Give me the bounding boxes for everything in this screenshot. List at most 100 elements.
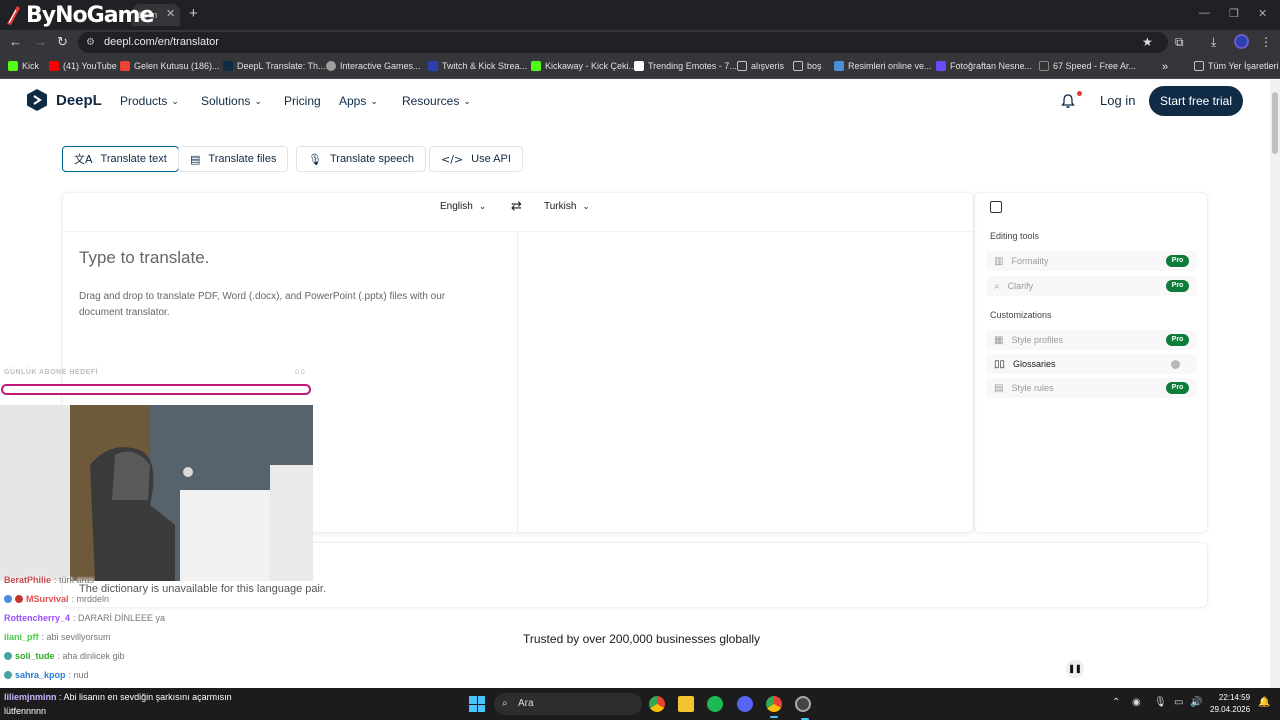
bookmark-item[interactable]: 67 Speed - Free Ar...	[1039, 61, 1136, 71]
chrome-icon[interactable]	[649, 696, 665, 712]
chevron-down-icon: ⌄	[254, 95, 262, 106]
scrollbar-thumb[interactable]	[1272, 92, 1278, 154]
pro-badge: Pro	[1166, 382, 1189, 394]
bookmark-folder[interactable]: alışveris	[737, 61, 784, 71]
nav-label: Apps	[339, 94, 367, 108]
chat-username: ilani_pff	[4, 632, 39, 642]
discord-icon[interactable]	[737, 696, 753, 712]
deepl-logo[interactable]: DeepL	[26, 88, 102, 112]
taskbar-search[interactable]: ⌕ Ara	[494, 693, 642, 715]
mode-label: Translate speech	[329, 153, 414, 165]
source-text-input[interactable]: Type to translate.	[79, 248, 209, 268]
badge-icon	[4, 595, 12, 603]
close-tab-icon[interactable]: ✕	[166, 7, 175, 20]
image-tool-icon	[834, 61, 844, 71]
bookmark-item[interactable]: Interactive Games...	[326, 61, 421, 71]
swap-languages-icon[interactable]: ⇄	[511, 199, 522, 214]
windows-start-icon[interactable]	[469, 696, 485, 712]
nav-solutions[interactable]: Solutions ⌄	[201, 94, 262, 108]
notification-dot	[1077, 91, 1082, 96]
bookmark-item[interactable]: Twitch & Kick Strea...	[428, 61, 527, 71]
back-icon[interactable]: ←	[9, 34, 22, 49]
chat-text: : DARARİ DİNLEEE ya	[73, 613, 166, 623]
folder-icon	[793, 61, 803, 71]
badge-icon	[15, 595, 23, 603]
download-icon[interactable]: ⤓	[1211, 35, 1216, 50]
nav-products[interactable]: Products ⌄	[120, 94, 179, 108]
maximize-icon[interactable]: ❐	[1229, 7, 1239, 20]
chat-text: : nud	[68, 670, 89, 680]
bookmark-label: alışveris	[751, 61, 785, 71]
taskbar-clock[interactable]: 22:14:59 29.04.2026	[1210, 692, 1250, 716]
minimize-icon[interactable]: —	[1199, 7, 1210, 19]
chrome-active-icon[interactable]	[766, 696, 782, 718]
tab-translate-files[interactable]: ▤ Translate files	[178, 146, 289, 172]
extensions-icon[interactable]: ⧉	[1175, 35, 1184, 50]
book-icon: ▯▯	[994, 358, 1006, 370]
menu-icon[interactable]: ⋮	[1260, 35, 1272, 49]
bookmark-item[interactable]: Gelen Kutusu (186)...	[120, 61, 220, 71]
tool-style-rules[interactable]: ▤ Style rules Pro	[986, 378, 1197, 398]
chat-username: sahra_kpop	[15, 670, 66, 680]
bookmark-item[interactable]: Kick	[8, 61, 39, 71]
notifications-icon[interactable]: 🔔	[1258, 697, 1270, 708]
page-scrollbar[interactable]	[1270, 80, 1280, 688]
tool-style-profiles[interactable]: ▦ Style profiles Pro	[986, 330, 1197, 350]
forward-icon[interactable]: →	[34, 34, 47, 49]
bookmark-item[interactable]: Resimleri online ve...	[834, 61, 932, 71]
source-language-select[interactable]: English ⌄	[440, 201, 486, 212]
tab-translate-speech[interactable]: 🎙 Translate speech	[296, 146, 426, 172]
target-language-select[interactable]: Turkish ⌄	[544, 201, 590, 212]
bookmark-item[interactable]: (41) YouTube	[49, 61, 117, 71]
bookmark-item[interactable]: Kickaway - Kick Çeki...	[531, 61, 636, 71]
volume-icon[interactable]: 🔊	[1190, 697, 1202, 708]
browser-tab-bar: d's m ✕ + — ❐ ✕ ByNoGame	[0, 0, 1280, 30]
microphone-icon[interactable]: 🎙	[1154, 697, 1167, 708]
tool-glossaries[interactable]: ▯▯ Glossaries	[986, 354, 1197, 374]
chat-username: BeratPhilie	[4, 575, 52, 585]
bookmark-item[interactable]: Fotoğraftan Nesne...	[936, 61, 1032, 71]
reload-icon[interactable]: ↻	[57, 34, 68, 50]
bookmark-item[interactable]: Trending Emotes - 7...	[634, 61, 737, 71]
clarify-icon: ⌕	[994, 280, 1000, 292]
tab-use-api[interactable]: </> Use API	[429, 146, 523, 172]
subscriber-goal-count: 0 0	[295, 369, 305, 376]
tool-clarify[interactable]: ⌕ Clarify Pro	[986, 276, 1197, 296]
chat-username: MSurvival	[26, 594, 69, 604]
kickaway-icon	[531, 61, 541, 71]
start-free-trial-button[interactable]: Start free trial	[1149, 86, 1243, 116]
nav-pricing[interactable]: Pricing	[284, 94, 321, 108]
bookmark-folder[interactable]: boş	[793, 61, 822, 71]
tool-formality[interactable]: ▥ Formality Pro	[986, 251, 1197, 271]
obs-icon[interactable]	[795, 696, 811, 720]
pause-icon[interactable]: ❚❚	[1066, 660, 1084, 678]
profile-avatar[interactable]	[1234, 34, 1249, 49]
nav-resources[interactable]: Resources ⌄	[402, 94, 471, 108]
glossary-toggle[interactable]	[1171, 360, 1180, 369]
panel-toggle-icon[interactable]	[990, 201, 1002, 213]
site-info-icon[interactable]: ⚙	[86, 32, 95, 53]
nav-apps[interactable]: Apps ⌄	[339, 94, 378, 108]
network-icon[interactable]: ▭	[1174, 697, 1183, 708]
tray-expand-icon[interactable]: ⌃	[1112, 697, 1120, 708]
file-explorer-icon[interactable]	[678, 696, 694, 712]
chat-message: ilani_pff: abi sevillyorsum	[4, 632, 111, 642]
spotify-icon[interactable]	[707, 696, 723, 712]
bookmark-item[interactable]: DeepL Translate: Th...	[223, 61, 326, 71]
globe-icon	[326, 61, 336, 71]
more-bookmarks-icon[interactable]: »	[1162, 61, 1168, 73]
search-icon: ⌕	[502, 698, 508, 709]
url-field[interactable]: ⚙ deepl.com/en/translator	[78, 32, 1168, 53]
all-bookmarks-folder[interactable]: Tüm Yer İşaretleri	[1194, 61, 1279, 71]
bookmark-star-icon[interactable]: ★	[1142, 35, 1153, 49]
login-link[interactable]: Log in	[1100, 93, 1135, 108]
close-window-icon[interactable]: ✕	[1258, 7, 1267, 20]
trusted-by-text: Trusted by over 200,000 businesses globa…	[523, 632, 761, 646]
chevron-down-icon: ⌄	[463, 95, 471, 106]
steam-icon[interactable]: ◉	[1132, 697, 1141, 708]
chat-message: MSurvival: mrddeln	[4, 594, 109, 604]
new-tab-icon[interactable]: +	[189, 5, 198, 22]
pro-badge: Pro	[1166, 255, 1189, 267]
bell-icon[interactable]	[1060, 93, 1076, 109]
tab-translate-text[interactable]: 文A Translate text	[62, 146, 179, 172]
